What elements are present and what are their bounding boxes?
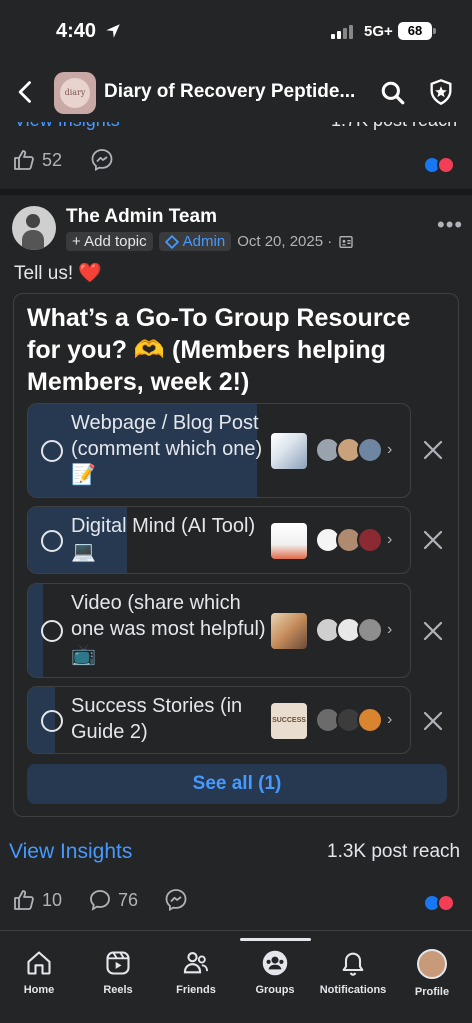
voter-avatar [357, 527, 383, 553]
back-arrow-icon[interactable] [12, 78, 40, 106]
location-arrow-icon [106, 24, 120, 38]
active-tab-indicator [240, 938, 311, 941]
option-thumbnail[interactable] [271, 433, 307, 469]
nav-label: Notifications [319, 984, 387, 996]
add-topic-button[interactable]: + Add topic [66, 232, 153, 251]
poll-option[interactable]: Digital Mind (AI Tool) 💻 › [27, 506, 411, 574]
nav-label: Profile [414, 986, 450, 998]
poll-option-label: Webpage / Blog Post (comment which one) … [71, 412, 263, 486]
prev-like-count: 52 [42, 149, 63, 170]
previous-post-actions: 52 [0, 148, 472, 188]
messenger-icon[interactable] [164, 888, 188, 912]
post-author[interactable]: The Admin Team [66, 206, 217, 228]
post-meta: + Add topic Admin Oct 20, 2025 · [66, 232, 354, 251]
admin-diamond-icon [164, 234, 179, 249]
poll-question: What’s a Go-To Group Resource for you? 🫶… [27, 304, 411, 396]
voter-avatar [357, 437, 383, 463]
post-date: Oct 20, 2025 · [237, 233, 333, 250]
nav-label: Friends [176, 984, 216, 996]
bell-icon [342, 952, 364, 976]
home-icon [27, 951, 51, 975]
voter-avatar [357, 707, 383, 733]
poll-option-label: Success Stories (in Guide 2) [71, 695, 243, 743]
messenger-icon[interactable] [90, 148, 114, 172]
poll-card: What’s a Go-To Group Resource for you? 🫶… [13, 293, 459, 817]
poll-option[interactable]: Webpage / Blog Post (comment which one) … [27, 403, 411, 498]
groups-icon [262, 950, 288, 976]
see-all-button[interactable]: See all (1) [27, 764, 447, 804]
love-reaction-icon [437, 156, 455, 174]
comment-button[interactable]: 76 [88, 888, 138, 912]
voter-avatar [357, 617, 383, 643]
battery-icon: 68 [398, 22, 432, 40]
thumbs-up-icon [14, 890, 34, 910]
friends-icon [183, 952, 209, 974]
chevron-right-icon[interactable]: › [387, 711, 392, 729]
poll-option-label: Video (share which one was most helpful)… [71, 592, 266, 666]
option-thumbnail[interactable]: SUCCESS [271, 703, 307, 739]
nav-item-notifications[interactable]: Notifications [314, 949, 392, 996]
nav-item-reels[interactable]: Reels [79, 949, 157, 996]
view-insights-link[interactable]: View Insights [9, 840, 132, 864]
author-avatar[interactable] [12, 206, 56, 250]
chevron-right-icon[interactable]: › [387, 531, 392, 549]
shield-star-icon[interactable] [427, 78, 455, 106]
post-text: Tell us! ❤️ [14, 263, 103, 284]
nav-label: Groups [255, 984, 295, 996]
nav-item-home[interactable]: Home [0, 949, 78, 996]
like-count: 10 [42, 889, 63, 910]
admin-badge: Admin [158, 232, 232, 251]
chevron-right-icon[interactable]: › [387, 441, 392, 459]
reaction-icons [423, 156, 455, 174]
search-icon[interactable] [380, 80, 406, 106]
signal-icon [331, 25, 353, 39]
nav-label: Home [23, 984, 55, 996]
chevron-right-icon[interactable]: › [387, 621, 392, 639]
comment-count: 76 [118, 889, 139, 910]
nav-item-profile[interactable]: Profile [393, 949, 471, 998]
post-actions: 10 76 [0, 888, 472, 918]
close-icon[interactable] [421, 619, 445, 643]
close-icon[interactable] [421, 709, 445, 733]
poll-radio-button[interactable] [41, 710, 63, 732]
more-options-icon[interactable]: ••• [437, 212, 463, 238]
group-header: diary Diary of Recovery Peptide... [0, 62, 472, 122]
close-icon[interactable] [421, 438, 445, 462]
profile-avatar [417, 949, 447, 979]
option-thumbnail[interactable] [271, 613, 307, 649]
love-reaction-icon [437, 894, 455, 912]
group-privacy-icon [339, 235, 353, 248]
post-divider [0, 189, 472, 195]
group-title[interactable]: Diary of Recovery Peptide... [104, 81, 354, 103]
poll-option[interactable]: Video (share which one was most helpful)… [27, 583, 411, 678]
close-icon[interactable] [421, 528, 445, 552]
group-avatar[interactable]: diary [54, 72, 96, 114]
post-reach: 1.3K post reach [327, 841, 461, 862]
poll-radio-button[interactable] [41, 530, 63, 552]
status-time: 4:40 [56, 20, 97, 42]
reels-icon [106, 951, 130, 975]
comment-icon [90, 890, 110, 911]
option-thumbnail[interactable] [271, 523, 307, 559]
like-button[interactable]: 10 [12, 888, 62, 912]
thumbs-up-icon [14, 150, 34, 170]
admin-label: Admin [182, 233, 226, 250]
poll-radio-button[interactable] [41, 440, 63, 462]
battery-tip [433, 28, 436, 34]
group-avatar-text: diary [60, 78, 90, 108]
prev-like-button[interactable]: 52 [12, 148, 62, 172]
poll-option[interactable]: Success Stories (in Guide 2) SUCCESS › [27, 686, 411, 754]
network-type: 5G+ [364, 23, 393, 40]
reaction-icons [423, 894, 455, 912]
nav-item-groups[interactable]: Groups [236, 949, 314, 996]
nav-item-friends[interactable]: Friends [157, 949, 235, 996]
bottom-nav: Home Reels Friends Groups Notifications … [0, 930, 472, 1023]
status-bar: 4:40 5G+ 68 [0, 0, 472, 62]
poll-radio-button[interactable] [41, 620, 63, 642]
nav-label: Reels [103, 984, 133, 996]
poll-option-label: Digital Mind (AI Tool) 💻 [71, 515, 256, 563]
